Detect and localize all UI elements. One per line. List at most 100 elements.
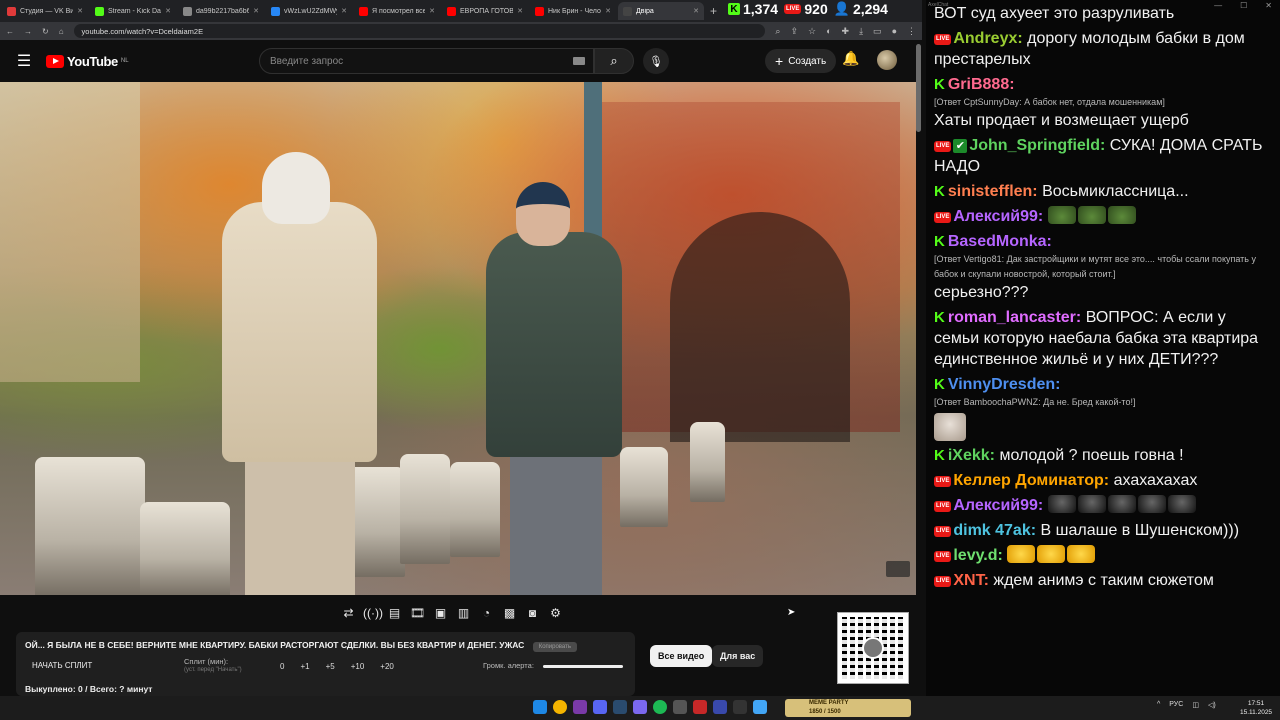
chat-message-text: молодой ? поешь говна !	[999, 447, 1184, 464]
steam-icon[interactable]	[613, 700, 627, 714]
extension-icon[interactable]: ◐	[826, 26, 831, 37]
chrome-icon[interactable]	[553, 700, 567, 714]
chip-for-you[interactable]: Для вас	[712, 645, 764, 667]
chat-username[interactable]: Алексий99:	[953, 497, 1043, 514]
browser-tab[interactable]: da99b2217ba6b63 ✕	[178, 2, 264, 20]
language-indicator[interactable]: РУС	[1169, 701, 1183, 709]
back-icon[interactable]: ←	[6, 27, 14, 36]
kick-platform-icon: K	[934, 233, 945, 250]
app-icon[interactable]	[673, 700, 687, 714]
reload-icon[interactable]: ↻	[42, 27, 49, 36]
chat-message: Ksinistefflen: Восьмиклассница...	[934, 181, 1274, 202]
forward-icon[interactable]: →	[24, 27, 32, 36]
laugh-emote-icon	[1007, 545, 1036, 563]
page-scrollbar[interactable]	[916, 44, 921, 132]
pip-icon[interactable]: ▩	[501, 605, 518, 622]
subtitles-icon[interactable]: ▤	[386, 605, 403, 622]
discord-icon[interactable]	[593, 700, 607, 714]
app-icon[interactable]	[693, 700, 707, 714]
chat-username[interactable]: iXekk:	[948, 447, 995, 464]
search-button[interactable]: ⌕	[594, 48, 634, 74]
split-add-button[interactable]: +1	[300, 662, 309, 671]
create-button[interactable]: + Создать	[765, 49, 837, 73]
screen-icon[interactable]: ▣	[432, 605, 449, 622]
chat-username[interactable]: Andreyx:	[953, 30, 1022, 47]
browser-tab[interactable]: Я посмотрел все 3✕	[354, 2, 440, 20]
app-icon[interactable]	[633, 700, 647, 714]
browser-tab[interactable]: Stream - Kick Dashb ✕	[90, 2, 176, 20]
alert-volume-slider[interactable]	[543, 665, 623, 668]
tab-close-icon[interactable]: ✕	[605, 7, 611, 15]
cinema-icon[interactable]: ▥	[455, 605, 472, 622]
hamburger-menu-icon[interactable]: ☰	[4, 51, 44, 71]
puzzle-icon[interactable]: ✚	[842, 26, 850, 37]
tab-close-icon[interactable]: ✕	[693, 7, 699, 15]
notifications-bell-icon[interactable]: 🔔	[842, 50, 860, 70]
kick-viewers: K 1,374	[728, 1, 778, 17]
app-icon[interactable]	[733, 700, 747, 714]
chat-message: LIVE XNT: ждем анимэ с таким сюжетом	[934, 570, 1274, 591]
copy-button[interactable]: Копировать	[532, 642, 578, 652]
browser-tab[interactable]: Двіра ✕	[618, 2, 704, 20]
chat-username[interactable]: sinistefflen:	[948, 183, 1038, 200]
search-input[interactable]: Введите запрос	[259, 48, 594, 74]
clock[interactable]: 17:51 15.11.2025	[1240, 699, 1272, 717]
split-add-button[interactable]: +10	[351, 662, 365, 671]
browser-tab[interactable]: Студия — VK Видео✕	[2, 2, 88, 20]
chip-all-videos[interactable]: Все видео	[650, 645, 713, 667]
speed-icon[interactable]: ◔	[478, 605, 495, 622]
youtube-logo[interactable]: YouTube NL	[46, 54, 129, 69]
browser-tab[interactable]: vWzLwU2ZdMWy ✕	[266, 2, 352, 20]
new-tab-icon[interactable]: +	[710, 4, 717, 18]
network-icon[interactable]: ◫	[1192, 701, 1199, 709]
url-field[interactable]: youtube.com/watch?v=Dceldaiam2E	[73, 24, 766, 38]
home-icon[interactable]: ⌂	[59, 27, 64, 36]
voice-search-button[interactable]: 🎙	[643, 48, 669, 74]
camera-icon[interactable]: ◙	[524, 605, 541, 622]
split-add-button[interactable]: +5	[326, 662, 335, 671]
avatar[interactable]	[877, 50, 897, 70]
video-scene-stump	[690, 422, 725, 502]
app-icon[interactable]	[713, 700, 727, 714]
chat-username[interactable]: BasedMonka:	[948, 233, 1052, 250]
tab-close-icon[interactable]: ✕	[165, 7, 171, 15]
film-icon[interactable]: 🎞	[409, 605, 426, 622]
download-icon[interactable]: ⤓	[859, 26, 863, 37]
tray-up-icon[interactable]: ^	[1157, 701, 1160, 709]
chat-username[interactable]: Алексий99:	[953, 208, 1043, 225]
tab-title: Ник Брин - Челове	[548, 7, 601, 15]
star-icon[interactable]: ☆	[808, 26, 816, 37]
profile-icon[interactable]: ●	[892, 26, 897, 37]
keyboard-icon[interactable]	[573, 57, 585, 65]
tab-close-icon[interactable]: ✕	[517, 7, 523, 15]
telegram-icon[interactable]	[753, 700, 767, 714]
start-icon[interactable]	[533, 700, 547, 714]
app-icon[interactable]	[573, 700, 587, 714]
split-add-button[interactable]: +20	[380, 662, 394, 671]
chat-username[interactable]: dimk 47ak:	[953, 522, 1036, 539]
chat-username[interactable]: Келлер Доминатор:	[953, 472, 1109, 489]
video-player[interactable]	[0, 82, 916, 595]
tab-close-icon[interactable]: ✕	[77, 7, 83, 15]
chat-username[interactable]: GriB888:	[948, 76, 1015, 93]
share-icon[interactable]: ⇪	[790, 26, 798, 37]
chat-username[interactable]: XNT:	[953, 572, 989, 589]
menu-icon[interactable]: ⋮	[907, 26, 916, 37]
browser-tab[interactable]: Ник Брин - Челове ✕	[530, 2, 616, 20]
chat-username[interactable]: roman_lancaster:	[948, 309, 1081, 326]
tab-close-icon[interactable]: ✕	[429, 7, 435, 15]
sidebar-icon[interactable]: ▭	[873, 26, 882, 37]
zoom-icon[interactable]: ⌕	[775, 26, 780, 37]
volume-icon[interactable]: ◁)	[1208, 701, 1216, 709]
loop-icon[interactable]: ⇄	[340, 605, 357, 622]
tab-close-icon[interactable]: ✕	[253, 7, 259, 15]
chat-username[interactable]: levy.d:	[953, 547, 1003, 564]
chat-username[interactable]: VinnyDresden:	[948, 376, 1061, 393]
settings-gear-icon[interactable]: ⚙	[547, 605, 564, 622]
tab-close-icon[interactable]: ✕	[341, 7, 347, 15]
chat-username[interactable]: John_Springfield:	[969, 137, 1105, 154]
audio-wave-icon[interactable]: ((·))	[363, 605, 383, 622]
spotify-icon[interactable]	[653, 700, 667, 714]
browser-tab[interactable]: ЕВРОПА ГОТОВИТ✕	[442, 2, 528, 20]
start-split-button[interactable]: НАЧАТЬ СПЛИТ	[32, 661, 92, 670]
